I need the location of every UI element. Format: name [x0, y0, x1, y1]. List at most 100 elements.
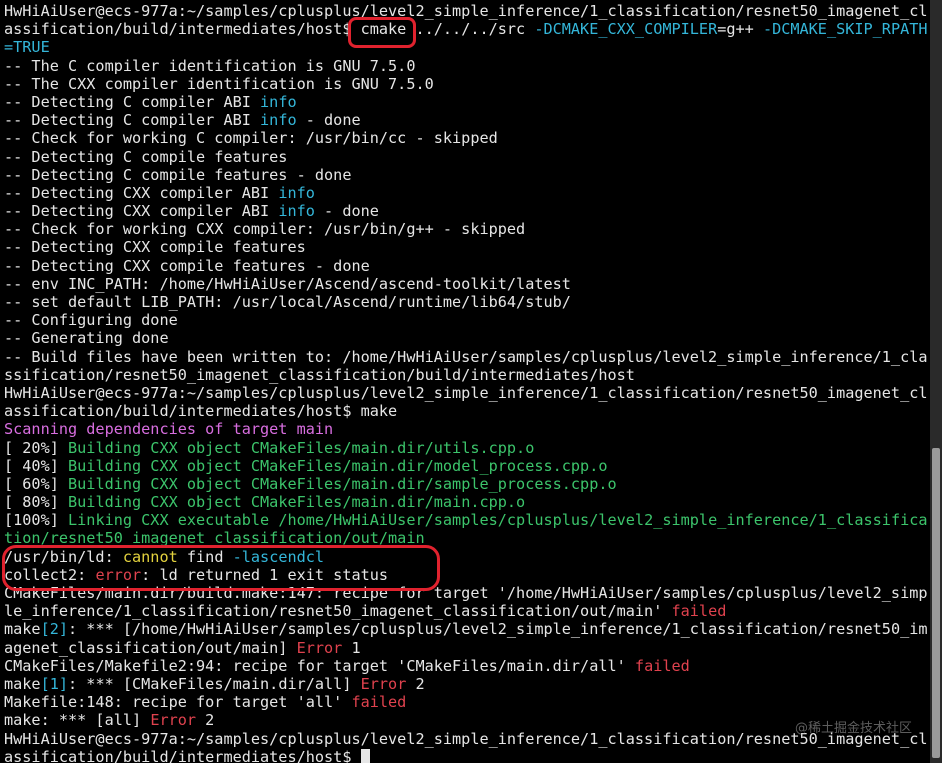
terminal-text-segment: agenet_classification/out/main] — [4, 638, 297, 657]
terminal-text-segment: -- set default LIB_PATH: /usr/local/Asce… — [4, 293, 571, 311]
scrollbar-thumb[interactable] — [932, 448, 940, 758]
terminal-text-segment: -- The CXX compiler identification is GN… — [4, 74, 434, 93]
terminal-line: [ 60%] Building CXX object CMakeFiles/ma… — [4, 475, 928, 493]
terminal-line: -- Configuring done — [4, 311, 928, 329]
terminal-text-segment: : *** [CMakeFiles/main.dir/all] — [68, 674, 361, 693]
terminal-text-segment: error — [95, 565, 142, 584]
terminal-text-segment: HwHiAiUser@ecs-977a:~/samples/cplusplus/… — [4, 383, 928, 402]
terminal-line: HwHiAiUser@ecs-977a:~/samples/cplusplus/… — [4, 730, 928, 748]
terminal-text-segment: info — [260, 111, 297, 130]
terminal-text-segment: -DCMAKE_SKIP_RPATH — [762, 20, 928, 39]
terminal-text-segment: [1] — [40, 674, 69, 693]
terminal-text-segment: : *** [/home/HwHiAiUser/samples/cplusplu… — [68, 620, 928, 639]
terminal-line: -- Detecting C compiler ABI info — [4, 93, 928, 111]
terminal-line: assification/build/intermediates/host$ m… — [4, 402, 928, 420]
terminal-text-segment: [ 40%] — [4, 456, 69, 475]
terminal-text-segment: -- Detecting CXX compile features — [4, 238, 306, 257]
terminal-text-segment: make — [4, 674, 41, 693]
terminal-text-segment: make: *** [all] — [4, 711, 151, 730]
terminal-text-segment: -- env INC_PATH: /home/HwHiAiUser/Ascend… — [4, 274, 571, 293]
terminal-text-segment: - done — [314, 202, 379, 221]
terminal-line: -- Detecting CXX compile features - done — [4, 257, 928, 275]
terminal-text-segment: Building CXX object CMakeFiles/main.dir/… — [68, 493, 526, 512]
terminal-text-segment: - done — [296, 111, 361, 130]
terminal-text-segment: failed — [671, 602, 727, 621]
terminal-text-segment: [2] — [40, 620, 69, 639]
terminal-window[interactable]: HwHiAiUser@ecs-977a:~/samples/cplusplus/… — [0, 0, 930, 763]
terminal-text-segment: Error — [150, 711, 197, 730]
terminal-text-segment: failed — [634, 656, 690, 675]
terminal-line: CMakeFiles/Makefile2:94: recipe for targ… — [4, 657, 928, 675]
terminal-text-segment: 2 — [406, 674, 425, 693]
terminal-line: -- env INC_PATH: /home/HwHiAiUser/Ascend… — [4, 275, 928, 293]
terminal-text-segment: Building CXX object CMakeFiles/main.dir/… — [68, 474, 617, 493]
terminal-line: -- Check for working CXX compiler: /usr/… — [4, 220, 928, 238]
terminal-text-segment: [ 80%] — [4, 493, 69, 512]
terminal-text-segment: HwHiAiUser@ecs-977a:~/samples/cplusplus/… — [4, 729, 928, 748]
terminal-line: -- set default LIB_PATH: /usr/local/Asce… — [4, 293, 928, 311]
terminal-text-segment: =TRUE — [4, 38, 50, 57]
terminal-line: [ 20%] Building CXX object CMakeFiles/ma… — [4, 439, 928, 457]
terminal-text-segment: Error — [360, 674, 407, 693]
terminal-line: make: *** [all] Error 2 — [4, 711, 928, 729]
terminal-text-segment: /usr/bin/ld: — [4, 547, 123, 566]
terminal-line: -- Build files have been written to: /ho… — [4, 348, 928, 366]
terminal-line: ssification/resnet50_imagenet_classifica… — [4, 366, 928, 384]
terminal-text-segment: ../../../src — [406, 20, 535, 39]
terminal-line: -- Detecting CXX compile features — [4, 238, 928, 256]
terminal-line: Makefile:148: recipe for target 'all' fa… — [4, 693, 928, 711]
terminal-text-segment: CMakeFiles/main.dir/build.make:147: reci… — [4, 584, 928, 602]
terminal-text-segment: -- Build files have been written to: /ho… — [4, 347, 928, 366]
terminal-line: -- Detecting C compile features - done — [4, 166, 928, 184]
terminal-text-segment: Building CXX object CMakeFiles/main.dir/… — [68, 438, 535, 457]
terminal-text-segment: [ 60%] — [4, 474, 69, 493]
terminal-text-segment: cannot — [122, 547, 178, 566]
terminal-line: make[2]: *** [/home/HwHiAiUser/samples/c… — [4, 620, 928, 638]
terminal-text-segment: Building CXX object CMakeFiles/main.dir/… — [68, 456, 608, 475]
terminal-text-segment: [ 20%] — [4, 438, 69, 457]
terminal-text-segment: -- Detecting CXX compiler ABI — [4, 183, 279, 202]
terminal-text-segment: CMakeFiles/Makefile2:94: recipe for targ… — [4, 656, 635, 675]
terminal-line: agenet_classification/out/main] Error 1 — [4, 639, 928, 657]
terminal-text-segment: info — [278, 202, 315, 221]
terminal-text-segment: -- Detecting C compile features — [4, 147, 288, 166]
terminal-line: -- Check for working C compiler: /usr/bi… — [4, 129, 928, 147]
vertical-scrollbar[interactable] — [930, 0, 942, 763]
terminal-text-segment: -- Check for working CXX compiler: /usr/… — [4, 220, 526, 239]
terminal-text-segment: failed — [351, 693, 407, 712]
terminal-text-segment: -- Detecting CXX compiler ABI — [4, 202, 279, 221]
terminal-text-segment: -- Configuring done — [4, 311, 178, 330]
terminal-text-segment: Makefile:148: recipe for target 'all' — [4, 693, 352, 712]
terminal-text-segment: info — [278, 183, 315, 202]
terminal-text-segment: -- Generating done — [4, 329, 169, 348]
terminal-text-segment: le_inference/1_classification/resnet50_i… — [4, 602, 672, 621]
terminal-line: =TRUE — [4, 38, 928, 56]
terminal-text-segment: -- The C compiler identification is GNU … — [4, 56, 416, 75]
terminal-text-segment: -- Detecting C compile features - done — [4, 165, 352, 184]
terminal-text-segment: info — [260, 92, 297, 111]
terminal-line: -- Generating done — [4, 329, 928, 347]
terminal-line: le_inference/1_classification/resnet50_i… — [4, 602, 928, 620]
terminal-text-segment: =g++ — [717, 20, 763, 39]
terminal-line: -- The C compiler identification is GNU … — [4, 57, 928, 75]
terminal-text-segment: -- Detecting C compiler ABI — [4, 92, 261, 111]
terminal-line: [ 40%] Building CXX object CMakeFiles/ma… — [4, 457, 928, 475]
terminal-text-segment: -- Detecting CXX compile features - done — [4, 256, 370, 275]
terminal-text-segment: -DCMAKE_CXX_COMPILER — [534, 20, 718, 39]
terminal-text-segment: Error — [296, 638, 343, 657]
terminal-text-segment: find — [177, 547, 233, 566]
terminal-line: -- Detecting C compiler ABI info - done — [4, 111, 928, 129]
terminal-output: HwHiAiUser@ecs-977a:~/samples/cplusplus/… — [4, 2, 928, 763]
terminal-line: -- Detecting C compile features — [4, 148, 928, 166]
terminal-line: [100%] Linking CXX executable /home/HwHi… — [4, 511, 928, 529]
terminal-line: -- Detecting CXX compiler ABI info — [4, 184, 928, 202]
terminal-text-segment: assification/build/intermediates/host$ m… — [4, 402, 398, 421]
terminal-line: /usr/bin/ld: cannot find -lascendcl — [4, 548, 928, 566]
terminal-text-segment: cmake — [360, 20, 407, 39]
terminal-cursor — [360, 748, 370, 763]
terminal-text-segment: -- Detecting C compiler ABI — [4, 111, 261, 130]
terminal-line: CMakeFiles/main.dir/build.make:147: reci… — [4, 584, 928, 602]
terminal-text-segment: -- Check for working C compiler: /usr/bi… — [4, 129, 498, 148]
terminal-text-segment: make — [4, 620, 41, 639]
terminal-text-segment: tion/resnet50_imagenet_classification/ou… — [4, 529, 425, 548]
